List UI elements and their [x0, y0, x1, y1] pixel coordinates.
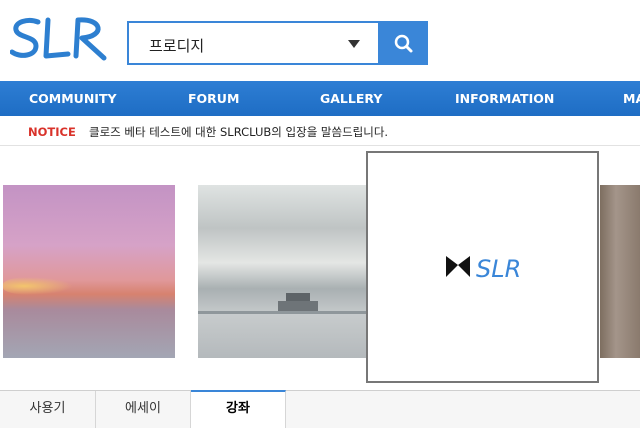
main-nav: COMMUNITY FORUM GALLERY INFORMATION MA [0, 81, 640, 116]
notice-label: NOTICE [28, 125, 76, 139]
tab-review[interactable]: 사용기 [0, 391, 96, 428]
search-box[interactable]: 프로디지 [127, 21, 380, 65]
site-logo[interactable] [9, 14, 110, 74]
gallery-thumb-sunset[interactable] [3, 185, 175, 358]
gallery-thumb-forest[interactable] [600, 185, 640, 358]
site-header: 프로디지 [0, 0, 640, 80]
gallery-thumb-featured[interactable]: SLR [366, 151, 599, 383]
bowtie-icon [446, 256, 470, 277]
sun-glow [3, 277, 73, 295]
search-button[interactable] [380, 21, 428, 65]
tab-essay[interactable]: 에세이 [96, 391, 191, 428]
pier-roof [286, 293, 310, 301]
dropdown-caret-icon[interactable] [348, 40, 360, 48]
board-tabs: 사용기 에세이 강좌 [0, 390, 640, 428]
logo-text: SLR [476, 255, 521, 283]
nav-item-community[interactable]: COMMUNITY [29, 91, 117, 106]
pier [278, 301, 318, 311]
nav-item-gallery[interactable]: GALLERY [320, 91, 382, 106]
gallery-thumb-pier[interactable] [198, 185, 366, 358]
nav-item-more[interactable]: MA [623, 91, 640, 106]
search-input[interactable]: 프로디지 [149, 35, 204, 56]
horizon-line [198, 311, 366, 314]
slr-brand-logo: SLR [446, 255, 521, 283]
notice-bar: NOTICE 클로즈 베타 테스트에 대한 SLRCLUB의 입장을 말씀드립니… [0, 117, 640, 146]
nav-item-information[interactable]: INFORMATION [455, 91, 554, 106]
nav-item-forum[interactable]: FORUM [188, 91, 239, 106]
search-icon [394, 34, 413, 53]
notice-link[interactable]: 클로즈 베타 테스트에 대한 SLRCLUB의 입장을 말씀드립니다. [89, 124, 388, 140]
tab-lecture[interactable]: 강좌 [191, 390, 286, 428]
